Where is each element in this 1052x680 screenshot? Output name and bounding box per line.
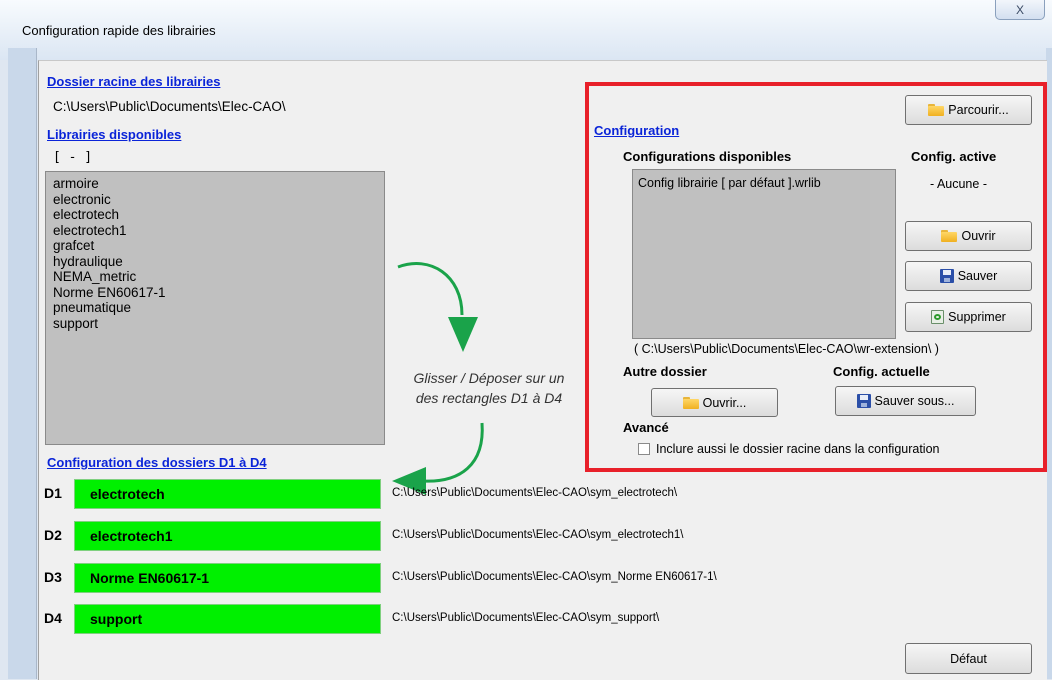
include-root-label[interactable]: Inclure aussi le dossier racine dans la … xyxy=(656,442,940,456)
library-list-item[interactable]: pneumatique xyxy=(53,300,384,316)
available-configs-listbox[interactable]: Config librairie [ par défaut ].wrlib xyxy=(632,169,896,339)
other-folder-heading: Autre dossier xyxy=(623,364,707,379)
available-configs-heading: Configurations disponibles xyxy=(623,149,792,164)
libraries-list: armoire electronic electrotech electrotech1… xyxy=(53,176,384,331)
include-root-checkbox[interactable] xyxy=(638,443,650,455)
current-config-heading: Config. actuelle xyxy=(833,364,930,379)
folder-slot-path: C:\Users\Public\Documents\Elec-CAO\sym_e… xyxy=(392,487,678,499)
active-config-value: - Aucune - xyxy=(930,177,987,191)
dialog-window: Configuration rapide des librairies X Do… xyxy=(0,0,1052,680)
open-config-label: Ouvrir xyxy=(961,229,996,243)
library-list-item[interactable]: electrotech1 xyxy=(53,223,384,239)
library-list-item[interactable]: NEMA_metric xyxy=(53,269,384,285)
window-frame-left xyxy=(8,48,37,679)
folder-slot-path: C:\Users\Public\Documents\Elec-CAO\sym_e… xyxy=(392,529,684,541)
default-button-label: Défaut xyxy=(950,651,987,666)
folder-slot-path: C:\Users\Public\Documents\Elec-CAO\sym_N… xyxy=(392,571,717,583)
delete-config-button[interactable]: Supprimer xyxy=(905,302,1032,332)
folder-icon xyxy=(682,396,699,409)
root-folder-heading[interactable]: Dossier racine des librairies xyxy=(47,74,220,89)
advanced-heading: Avancé xyxy=(623,420,669,435)
browse-button[interactable]: Parcourir... xyxy=(905,95,1032,125)
save-config-label: Sauver xyxy=(957,269,998,283)
slot-id-label: D4 xyxy=(44,610,62,626)
recycle-bin-icon xyxy=(931,310,945,324)
library-list-item[interactable]: support xyxy=(53,316,384,332)
root-folder-path: C:\Users\Public\Documents\Elec-CAO\ xyxy=(53,99,286,114)
arrow-curve-bottom xyxy=(421,422,484,483)
drag-hint-line2: des rectangles D1 à D4 xyxy=(415,390,563,406)
default-button[interactable]: Défaut xyxy=(905,643,1032,674)
save-disk-icon xyxy=(939,269,954,283)
library-list-item[interactable]: Norme EN60617-1 xyxy=(53,285,384,301)
extension-path: ( C:\Users\Public\Documents\Elec-CAO\wr-… xyxy=(634,342,939,356)
window-title: Configuration rapide des librairies xyxy=(22,23,216,38)
drag-hint: Glisser / Déposer sur un des rectangles … xyxy=(394,368,584,408)
folders-heading[interactable]: Configuration des dossiers D1 à D4 xyxy=(47,455,267,470)
drag-hint-line1: Glisser / Déposer sur un xyxy=(413,370,565,386)
library-list-item[interactable]: electronic xyxy=(53,192,384,208)
slot-id-label: D3 xyxy=(44,569,62,585)
library-list-item[interactable]: grafcet xyxy=(53,238,384,254)
library-list-item[interactable]: hydraulique xyxy=(53,254,384,270)
other-open-label: Ouvrir... xyxy=(702,395,747,410)
configuration-heading[interactable]: Configuration xyxy=(594,123,679,138)
close-button[interactable]: X xyxy=(995,0,1045,20)
library-list-item[interactable]: electrotech xyxy=(53,207,384,223)
folder-icon xyxy=(941,230,958,242)
open-config-button[interactable]: Ouvrir xyxy=(905,221,1032,251)
libraries-listbox[interactable]: armoire electronic electrotech electrotech1… xyxy=(45,171,385,445)
save-as-button[interactable]: Sauver sous... xyxy=(835,386,976,416)
slot-id-label: D1 xyxy=(44,485,62,501)
active-config-heading: Config. active xyxy=(911,149,997,164)
save-as-label: Sauver sous... xyxy=(874,394,955,408)
other-open-button[interactable]: Ouvrir... xyxy=(651,388,778,417)
save-disk-icon xyxy=(856,394,871,408)
delete-config-label: Supprimer xyxy=(948,310,1006,324)
libraries-heading[interactable]: Librairies disponibles xyxy=(47,127,181,142)
save-config-button[interactable]: Sauver xyxy=(905,261,1032,291)
available-configs-list: Config librairie [ par défaut ].wrlib xyxy=(638,176,895,190)
folder-icon xyxy=(928,104,945,116)
arrow-head-top xyxy=(448,317,478,352)
arrow-curve-top xyxy=(397,262,464,316)
browse-button-label: Parcourir... xyxy=(948,103,1009,117)
config-list-item[interactable]: Config librairie [ par défaut ].wrlib xyxy=(638,176,895,190)
folder-slot-drop-target[interactable]: support xyxy=(74,604,381,634)
slot-id-label: D2 xyxy=(44,527,62,543)
folder-slot-drop-target[interactable]: Norme EN60617-1 xyxy=(74,563,381,593)
folder-slot-drop-target[interactable]: electrotech xyxy=(74,479,381,509)
library-list-item[interactable]: armoire xyxy=(53,176,384,192)
folder-slot-drop-target[interactable]: electrotech1 xyxy=(74,521,381,551)
title-bar[interactable]: Configuration rapide des librairies X xyxy=(0,0,1052,60)
folder-slot-path: C:\Users\Public\Documents\Elec-CAO\sym_s… xyxy=(392,612,660,624)
collapse-toggle[interactable]: [ - ] xyxy=(53,150,92,165)
